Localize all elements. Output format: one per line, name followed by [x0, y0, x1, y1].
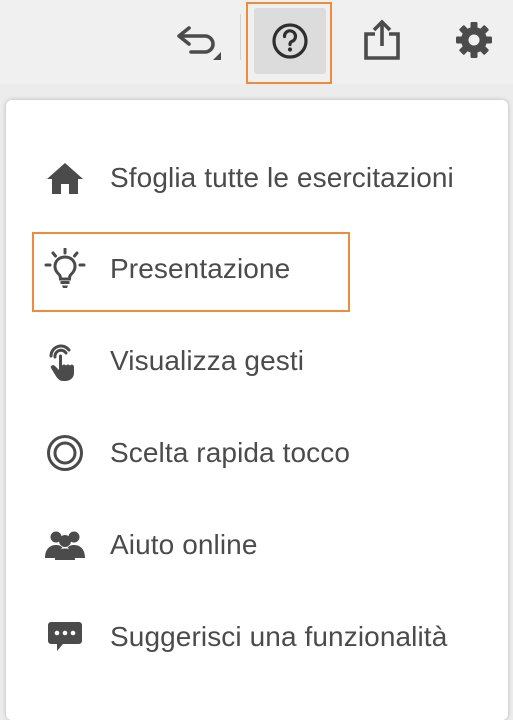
undo-button[interactable]: [172, 8, 232, 72]
menu-item-label: Scelta rapida tocco: [110, 437, 351, 468]
share-button[interactable]: [352, 8, 412, 72]
menu-item-label: Visualizza gesti: [110, 345, 305, 376]
touch-gesture-icon: [44, 340, 86, 382]
undo-icon: [177, 26, 221, 60]
lightbulb-icon: [44, 248, 86, 290]
top-toolbar: [0, 0, 513, 84]
touch-shortcut-icon: [44, 432, 86, 474]
menu-item-touch-shortcut[interactable]: Scelta rapida tocco: [6, 418, 508, 488]
menu-item-presentation[interactable]: Presentazione: [6, 234, 508, 304]
menu-item-label: Aiuto online: [110, 529, 258, 560]
people-icon: [44, 524, 86, 566]
share-icon: [364, 19, 400, 60]
toolbar-divider: [240, 14, 241, 60]
menu-item-online-help[interactable]: Aiuto online: [6, 510, 508, 580]
menu-item-label: Sfoglia tutte le esercitazioni: [110, 162, 454, 193]
help-menu-panel: Sfoglia tutte le esercitazioni Presentaz…: [6, 100, 508, 720]
gear-icon: [456, 22, 492, 58]
speech-bubble-icon: [44, 616, 86, 658]
home-icon: [44, 157, 86, 199]
menu-item-show-gestures[interactable]: Visualizza gesti: [6, 326, 508, 396]
menu-item-label: Presentazione: [110, 253, 291, 284]
help-button-highlight: [246, 2, 332, 84]
menu-item-suggest-feature[interactable]: Suggerisci una funzionalità: [6, 602, 508, 672]
menu-item-label: Suggerisci una funzionalità: [110, 621, 448, 652]
menu-item-browse-tutorials[interactable]: Sfoglia tutte le esercitazioni: [6, 143, 508, 213]
settings-button[interactable]: [444, 8, 504, 72]
